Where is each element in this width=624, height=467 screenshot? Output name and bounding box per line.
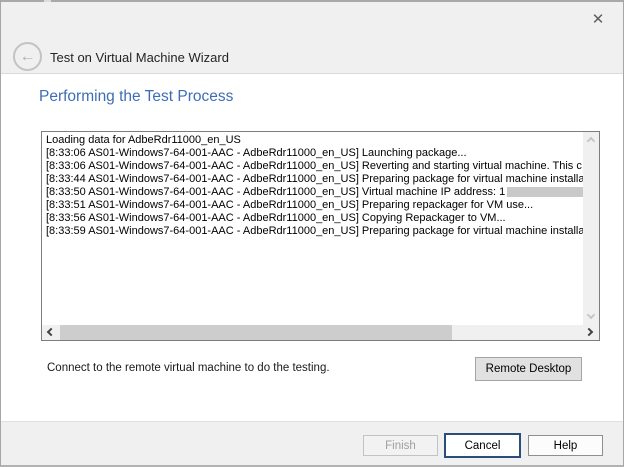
- log-line: [8:33:51 AS01-Windows7-64-001-AAC - Adbe…: [46, 199, 583, 212]
- page-title: Performing the Test Process: [39, 88, 233, 106]
- scroll-down-button[interactable]: [583, 309, 599, 325]
- wizard-window: ✕ ← Test on Virtual Machine Wizard Perfo…: [0, 0, 624, 467]
- log-line-text: [8:33:50 AS01-Windows7-64-001-AAC - Adbe…: [46, 186, 505, 198]
- vertical-scrollbar[interactable]: [583, 132, 599, 325]
- remote-desktop-button[interactable]: Remote Desktop: [475, 357, 582, 381]
- log-line: [8:33:59 AS01-Windows7-64-001-AAC - Adbe…: [46, 225, 583, 238]
- test-process-log-listbox[interactable]: Loading data for AdbeRdr11000_en_US [8:3…: [41, 131, 600, 341]
- horizontal-scrollbar[interactable]: [42, 325, 599, 340]
- log-line: [8:33:06 AS01-Windows7-64-001-AAC - Adbe…: [46, 160, 583, 173]
- chevron-right-icon: [585, 328, 593, 336]
- chevron-down-icon: [587, 311, 595, 319]
- wizard-header: ✕ ← Test on Virtual Machine Wizard: [1, 2, 623, 74]
- finish-button[interactable]: Finish: [363, 435, 438, 456]
- wizard-title: Test on Virtual Machine Wizard: [50, 50, 229, 65]
- scroll-left-button[interactable]: [42, 325, 58, 340]
- redacted-ip-bar: [507, 187, 583, 197]
- log-line: [8:33:44 AS01-Windows7-64-001-AAC - Adbe…: [46, 173, 583, 186]
- log-line: [8:33:06 AS01-Windows7-64-001-AAC - Adbe…: [46, 147, 583, 160]
- back-button[interactable]: ←: [13, 42, 42, 71]
- log-line: Loading data for AdbeRdr11000_en_US: [46, 134, 583, 147]
- footer-bar: Finish Cancel Help: [1, 421, 623, 465]
- log-list: Loading data for AdbeRdr11000_en_US [8:3…: [42, 132, 583, 325]
- log-line: [8:33:50 AS01-Windows7-64-001-AAC - Adbe…: [46, 186, 583, 199]
- status-text: Connect to the remote virtual machine to…: [47, 362, 330, 374]
- close-icon: ✕: [592, 11, 605, 28]
- help-button[interactable]: Help: [528, 435, 603, 456]
- scroll-right-button[interactable]: [583, 325, 599, 340]
- back-arrow-icon: ←: [20, 48, 36, 65]
- log-line: [8:33:56 AS01-Windows7-64-001-AAC - Adbe…: [46, 212, 583, 225]
- close-button[interactable]: ✕: [587, 9, 609, 31]
- chevron-up-icon: [587, 137, 595, 145]
- chevron-left-icon: [47, 328, 55, 336]
- horizontal-scrollbar-thumb[interactable]: [60, 325, 452, 340]
- scroll-up-button[interactable]: [583, 132, 599, 148]
- cancel-button[interactable]: Cancel: [444, 433, 521, 458]
